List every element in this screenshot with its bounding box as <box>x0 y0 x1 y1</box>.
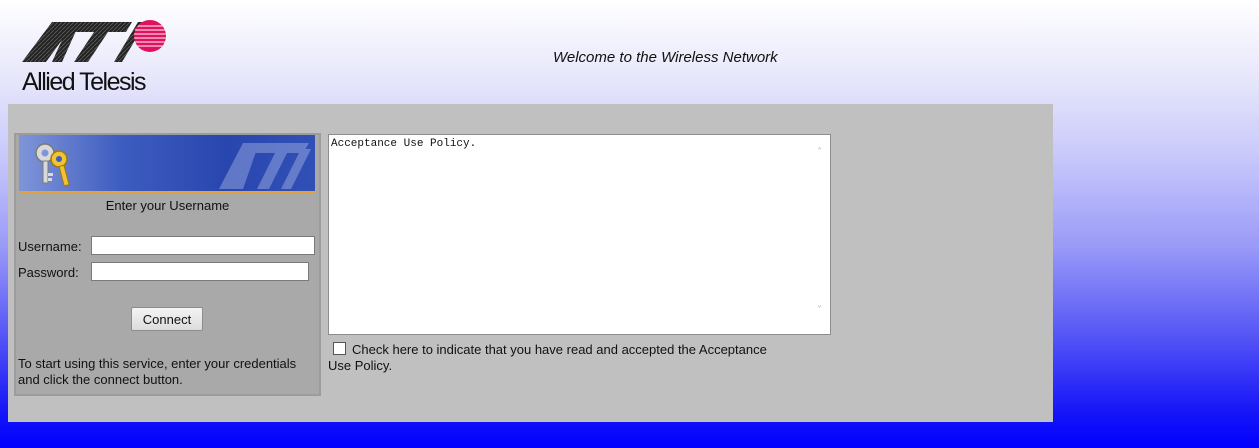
logo-text: Allied Telesis <box>22 68 147 96</box>
logo-mark-icon <box>22 20 166 62</box>
password-label: Password: <box>18 265 79 280</box>
keys-icon <box>35 143 311 189</box>
password-input[interactable] <box>91 262 309 281</box>
username-input[interactable] <box>91 236 315 255</box>
login-instructions: To start using this service, enter your … <box>18 356 297 387</box>
accept-policy-label[interactable]: Check here to indicate that you have rea… <box>328 342 767 373</box>
login-box: Enter your Username Username: Password: … <box>14 133 321 396</box>
chevron-down-icon[interactable]: ˅ <box>817 305 822 316</box>
aup-scrollbar[interactable]: ˄ ˅ <box>813 135 830 334</box>
aup-textarea[interactable]: Acceptance Use Policy. ˄ ˅ <box>328 134 831 335</box>
welcome-message: Welcome to the Wireless Network <box>553 49 778 66</box>
username-label: Username: <box>18 239 82 254</box>
connect-button[interactable]: Connect <box>131 307 203 331</box>
accept-policy-row: Check here to indicate that you have rea… <box>328 342 788 374</box>
main-panel: Enter your Username Username: Password: … <box>8 104 1053 422</box>
accept-policy-checkbox[interactable] <box>333 342 346 355</box>
allied-telesis-logo: Allied Telesis <box>22 18 172 96</box>
login-heading: Enter your Username <box>105 198 230 213</box>
login-banner <box>19 135 315 194</box>
aup-text: Acceptance Use Policy. <box>331 138 477 150</box>
chevron-up-icon[interactable]: ˄ <box>817 147 822 158</box>
